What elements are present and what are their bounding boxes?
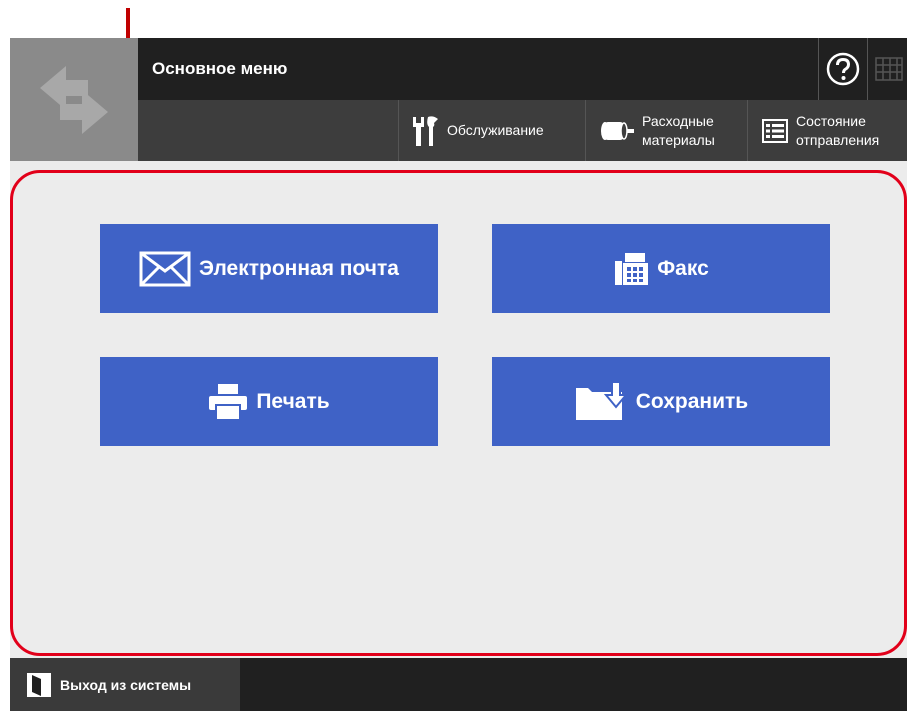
logout-icon xyxy=(27,672,51,697)
save-button[interactable]: Сохранить xyxy=(492,357,830,446)
help-button[interactable] xyxy=(818,38,867,100)
email-label: Электронная почта xyxy=(199,256,399,280)
maintenance-button[interactable]: Обслуживание xyxy=(398,100,585,161)
toolbar: Обслуживание Расходные материалы Состоян… xyxy=(138,100,907,161)
tools-icon xyxy=(413,115,438,146)
save-folder-icon xyxy=(575,381,628,420)
status-label-line1: Состояние xyxy=(796,112,866,129)
fax-icon xyxy=(615,252,649,285)
fax-label: Факс xyxy=(657,256,709,280)
supplies-label-line2: материалы xyxy=(642,131,715,148)
maintenance-label: Обслуживание xyxy=(447,122,544,138)
list-icon xyxy=(762,118,788,143)
print-label: Печать xyxy=(256,389,330,413)
print-button[interactable]: Печать xyxy=(100,357,438,446)
supplies-label-line1: Расходные xyxy=(642,112,714,129)
logo xyxy=(10,38,138,161)
keyboard-button[interactable] xyxy=(867,38,907,100)
title-bar: Основное меню xyxy=(138,38,907,100)
supplies-button[interactable]: Расходные материалы xyxy=(585,100,747,161)
save-label: Сохранить xyxy=(635,389,749,413)
fax-button[interactable]: Факс xyxy=(492,224,830,313)
page-title: Основное меню xyxy=(152,59,288,78)
envelope-icon xyxy=(139,251,191,286)
logout-button[interactable]: Выход из системы xyxy=(10,658,240,711)
swap-arrows-logo xyxy=(40,65,108,134)
send-status-button[interactable]: Состояние отправления xyxy=(747,100,907,161)
roller-icon xyxy=(601,121,634,140)
status-label-line2: отправления xyxy=(796,131,880,148)
help-icon xyxy=(826,52,860,86)
keyboard-icon xyxy=(875,57,903,81)
email-button[interactable]: Электронная почта xyxy=(100,224,438,313)
logout-label: Выход из системы xyxy=(60,676,192,693)
printer-icon xyxy=(209,383,248,421)
footer-bar: Выход из системы xyxy=(10,658,907,711)
